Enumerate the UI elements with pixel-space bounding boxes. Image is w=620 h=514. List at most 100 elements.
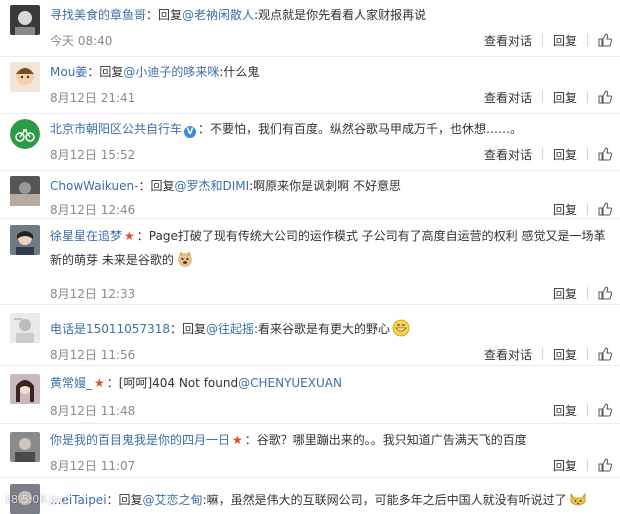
comment-actions: 查看对话 回复: [484, 146, 612, 162]
divider: [541, 34, 543, 46]
reply-button[interactable]: 回复: [553, 201, 577, 218]
comment-actions: 回复: [553, 285, 612, 301]
comment-text: 徐星星在追梦 ★ ：Page打破了现有传统大公司的运作模式 子公司有了高度自运营的权…: [50, 224, 610, 272]
comment-body: ：不要怕，我们有百度。纵然谷歌马甲成万千，也休想……。: [198, 122, 523, 136]
comment-time: 8月12日 21:41: [50, 91, 136, 105]
divider: [587, 203, 588, 215]
reply-prefix: ：回复: [169, 322, 206, 336]
thumbs-up-icon[interactable]: [598, 347, 612, 361]
user-avatar[interactable]: [10, 225, 40, 255]
user-avatar[interactable]: [10, 5, 40, 35]
mention-link[interactable]: @往起摇: [206, 322, 254, 336]
divider: [541, 91, 543, 103]
comment-actions: 查看对话 回复: [484, 32, 612, 48]
comment-item: 北京市朝阳区公共自行车 V ：不要怕，我们有百度。纵然谷歌马甲成万千，也休想……。 …: [0, 114, 620, 171]
commenter-name[interactable]: 电话是15011057318: [50, 322, 170, 336]
commenter-name[interactable]: 北京市朝阳区公共自行车: [50, 122, 182, 136]
comment-text: 你是我的百目鬼我是你的四月一日 ★ ：谷歌？哪里蹦出来的。。我只知道广告满天飞的百度: [50, 432, 610, 448]
divider: [587, 148, 588, 160]
comment-body: :嘛，虽然是伟大的互联网公司，可能多年之后中国人就没有听说过了: [202, 493, 567, 507]
reply-button[interactable]: 回复: [553, 346, 577, 363]
comment-time: 8月12日 12:46: [50, 203, 136, 217]
user-avatar[interactable]: [10, 176, 40, 206]
divider: [587, 34, 588, 46]
commenter-name[interactable]: 寻找美食的章鱼哥: [50, 8, 146, 22]
reply-button[interactable]: 回复: [553, 32, 577, 49]
comment-body: :什么鬼: [219, 65, 260, 79]
comment-time: 8月12日 11:07: [50, 459, 136, 473]
comment-text: 寻找美食的章鱼哥：回复@老衲闲散人:观点就是你先看看人家财报再说: [50, 7, 610, 23]
comment-body: ：谷歌？哪里蹦出来的。。我只知道广告满天飞的百度: [244, 433, 527, 447]
comment-time: 8月12日 11:48: [50, 404, 136, 418]
reply-button[interactable]: 回复: [553, 89, 577, 106]
grin-emoji-icon: [392, 319, 410, 337]
mention-link[interactable]: @老衲闲散人: [182, 8, 254, 22]
comment-actions: 查看对话 回复: [484, 346, 612, 362]
comment-text: 黄常嫚_ ★ ：[呵呵]404 Not found@CHENYUEXUAN: [50, 375, 610, 391]
reply-button[interactable]: 回复: [553, 457, 577, 474]
comment-actions: 回复: [553, 201, 612, 217]
user-avatar[interactable]: [10, 374, 40, 404]
star-badge-icon: ★: [94, 376, 105, 390]
commenter-name[interactable]: ChowWaikuen-: [50, 179, 138, 193]
thumbs-up-icon[interactable]: [598, 33, 612, 47]
reply-prefix: ：回复: [146, 8, 183, 22]
comment-actions: 回复: [553, 402, 612, 418]
user-avatar[interactable]: [10, 119, 40, 149]
comment-time: 今天 08:40: [50, 34, 113, 48]
comment-actions: 查看对话 回复: [484, 89, 612, 105]
reply-prefix: ：回复: [106, 493, 143, 507]
comment-time: 8月12日 15:52: [50, 148, 136, 162]
image-watermark: 18.5:09.jpg: [4, 493, 67, 506]
user-avatar[interactable]: [10, 432, 40, 462]
divider: [587, 91, 588, 103]
comment-item: 电话是15011057318：回复@往起摇:看来谷歌是有更大的野心 8月12日 …: [0, 305, 620, 366]
reply-prefix: ：回复: [138, 179, 175, 193]
divider: [587, 459, 588, 471]
view-conversation-button[interactable]: 查看对话: [484, 89, 532, 106]
comment-text: 北京市朝阳区公共自行车 V ：不要怕，我们有百度。纵然谷歌马甲成万千，也休想……。: [50, 121, 610, 138]
reply-button[interactable]: 回复: [553, 402, 577, 419]
view-conversation-button[interactable]: 查看对话: [484, 346, 532, 363]
comment-text: ChowWaikuen-：回复@罗杰和DIMI:啊原来你是讽刺啊 不好意思: [50, 178, 610, 194]
mention-link[interactable]: @小迪子的哆来咪: [123, 65, 219, 79]
thumbs-up-icon[interactable]: [598, 458, 612, 472]
commenter-name[interactable]: 徐星星在追梦: [50, 229, 122, 243]
thumbs-up-icon[interactable]: [598, 286, 612, 300]
cat-emoji-icon: [570, 492, 586, 506]
commenter-name[interactable]: 黄常嫚_: [50, 376, 92, 390]
mention-link[interactable]: @罗杰和DIMI: [174, 179, 249, 193]
view-conversation-button[interactable]: 查看对话: [484, 146, 532, 163]
thumbs-up-icon[interactable]: [598, 202, 612, 216]
divider: [541, 148, 543, 160]
divider: [587, 287, 588, 299]
view-conversation-button[interactable]: 查看对话: [484, 32, 532, 49]
star-badge-icon: ★: [232, 433, 243, 447]
verified-badge-icon: V: [184, 126, 197, 138]
comment-item: ChowWaikuen-：回复@罗杰和DIMI:啊原来你是讽刺啊 不好意思 8月…: [0, 171, 620, 219]
divider: [541, 348, 543, 360]
divider: [587, 404, 588, 416]
comment-body: :啊原来你是讽刺啊 不好意思: [249, 179, 401, 193]
reply-button[interactable]: 回复: [553, 146, 577, 163]
comment-body: ：[呵呵]404 Not found: [106, 376, 239, 390]
reply-prefix: ：回复: [87, 65, 124, 79]
commenter-name[interactable]: 你是我的百目鬼我是你的四月一日: [50, 433, 230, 447]
comment-item: 黄常嫚_ ★ ：[呵呵]404 Not found@CHENYUEXUAN 8月12…: [0, 366, 620, 424]
comment-text: 电话是15011057318：回复@往起摇:看来谷歌是有更大的野心: [50, 319, 610, 337]
thumbs-up-icon[interactable]: [598, 147, 612, 161]
divider: [587, 348, 588, 360]
mention-link[interactable]: @艾恋之甸: [143, 493, 203, 507]
comment-item: 徐星星在追梦 ★ ：Page打破了现有传统大公司的运作模式 子公司有了高度自运营的权…: [0, 219, 620, 305]
comment-actions: 回复: [553, 457, 612, 473]
mention-link[interactable]: @CHENYUEXUAN: [238, 376, 342, 390]
comment-time: 8月12日 11:56: [50, 348, 136, 362]
comment-item: ...eiTaipei：回复@艾恋之甸:嘛，虽然是伟大的互联网公司，可能多年之后…: [0, 478, 620, 514]
user-avatar[interactable]: [10, 62, 40, 92]
reply-button[interactable]: 回复: [553, 285, 577, 302]
user-avatar[interactable]: [10, 313, 40, 343]
thumbs-up-icon[interactable]: [598, 403, 612, 417]
commenter-name[interactable]: Mou姜: [50, 65, 87, 79]
comment-item: 寻找美食的章鱼哥：回复@老衲闲散人:观点就是你先看看人家财报再说 今天 08:4…: [0, 0, 620, 57]
thumbs-up-icon[interactable]: [598, 90, 612, 104]
